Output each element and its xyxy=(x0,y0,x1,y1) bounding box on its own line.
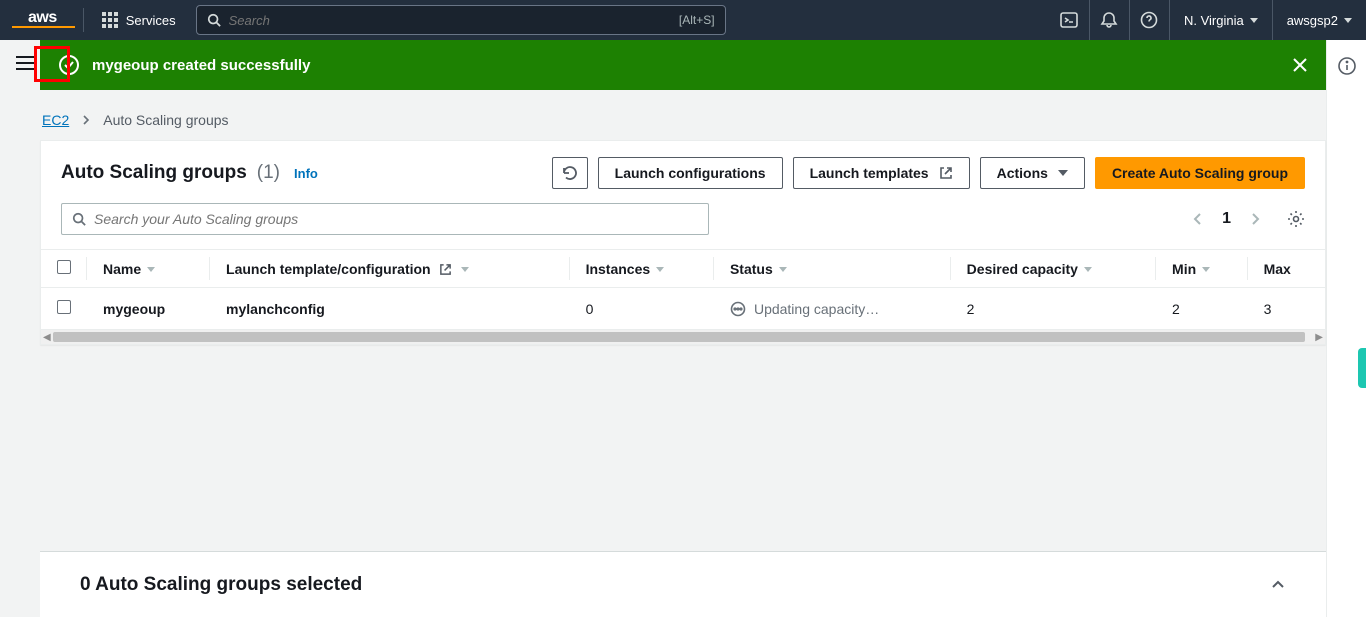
select-all-checkbox[interactable] xyxy=(57,260,71,274)
col-name[interactable]: Name xyxy=(87,250,210,288)
expand-selection-panel-button[interactable] xyxy=(1270,577,1286,593)
search-shortcut-hint: [Alt+S] xyxy=(679,13,715,27)
refresh-icon xyxy=(562,165,578,181)
asg-table: Name Launch template/configuration Insta… xyxy=(41,249,1325,330)
aws-logo[interactable]: aws xyxy=(12,10,75,28)
region-label: N. Virginia xyxy=(1184,13,1244,28)
breadcrumb: EC2 Auto Scaling groups xyxy=(40,90,1326,140)
sort-icon xyxy=(656,267,664,272)
table-row[interactable]: mygeoup mylanchconfig 0 Updating capacit… xyxy=(41,288,1325,330)
page-next-button[interactable] xyxy=(1249,213,1261,225)
horizontal-scrollbar[interactable]: ◀ ▶ xyxy=(41,330,1325,344)
col-launch[interactable]: Launch template/configuration xyxy=(210,250,570,288)
global-search-input[interactable] xyxy=(229,13,679,28)
top-nav: aws Services [Alt+S] N. Virginia awsgsp2 xyxy=(0,0,1366,40)
launch-templates-button[interactable]: Launch templates xyxy=(793,157,970,189)
search-icon xyxy=(207,13,221,27)
info-rail xyxy=(1326,40,1366,617)
feedback-tab[interactable] xyxy=(1358,348,1366,388)
col-min[interactable]: Min xyxy=(1156,250,1248,288)
hamburger-menu-button[interactable] xyxy=(16,56,34,70)
cell-status: Updating capacity… xyxy=(730,301,935,317)
sort-icon xyxy=(147,267,155,272)
caret-down-icon xyxy=(1344,18,1352,23)
scroll-left-icon: ◀ xyxy=(43,332,51,343)
col-desired[interactable]: Desired capacity xyxy=(951,250,1156,288)
asg-name-link[interactable]: mygeoup xyxy=(87,288,210,330)
global-search[interactable]: [Alt+S] xyxy=(196,5,726,35)
search-icon xyxy=(72,212,86,226)
success-check-icon xyxy=(58,54,80,76)
caret-down-icon xyxy=(1058,170,1068,176)
panel-title: Auto Scaling groups xyxy=(61,162,247,184)
selection-count-text: 0 Auto Scaling groups selected xyxy=(80,574,362,596)
services-menu-button[interactable]: Services xyxy=(88,0,190,40)
asg-panel: Auto Scaling groups (1) Info Launch conf… xyxy=(40,140,1326,345)
account-label: awsgsp2 xyxy=(1287,13,1338,28)
cell-max: 3 xyxy=(1248,288,1325,330)
external-link-icon xyxy=(439,263,452,276)
chevron-right-icon xyxy=(81,115,91,125)
create-asg-button[interactable]: Create Auto Scaling group xyxy=(1095,157,1305,189)
row-checkbox[interactable] xyxy=(57,300,71,314)
launch-templates-label: Launch templates xyxy=(810,165,929,181)
table-search[interactable] xyxy=(61,203,709,235)
breadcrumb-root[interactable]: EC2 xyxy=(42,112,69,128)
table-settings-button[interactable] xyxy=(1287,210,1305,228)
info-link[interactable]: Info xyxy=(294,166,318,181)
col-status[interactable]: Status xyxy=(714,250,951,288)
cell-instances: 0 xyxy=(570,288,714,330)
col-instances[interactable]: Instances xyxy=(570,250,714,288)
panel-count: (1) xyxy=(257,162,280,184)
sort-icon xyxy=(779,267,787,272)
services-label: Services xyxy=(126,13,176,28)
sort-icon xyxy=(1202,267,1210,272)
table-search-input[interactable] xyxy=(94,211,698,227)
caret-down-icon xyxy=(1250,18,1258,23)
sort-icon xyxy=(461,267,469,272)
launch-config-link[interactable]: mylanchconfig xyxy=(210,288,570,330)
grid-icon xyxy=(102,12,118,28)
scrollbar-thumb[interactable] xyxy=(53,332,1306,342)
refresh-button[interactable] xyxy=(552,157,588,189)
account-menu[interactable]: awsgsp2 xyxy=(1272,0,1366,40)
selection-summary-bar: 0 Auto Scaling groups selected xyxy=(40,551,1326,617)
breadcrumb-current: Auto Scaling groups xyxy=(103,112,228,128)
page-number: 1 xyxy=(1222,210,1231,228)
cell-desired: 2 xyxy=(951,288,1156,330)
banner-message: mygeoup created successfully xyxy=(92,57,310,74)
page-prev-button[interactable] xyxy=(1192,213,1204,225)
external-link-icon xyxy=(939,166,953,180)
scroll-right-icon: ▶ xyxy=(1315,332,1323,343)
help-button[interactable] xyxy=(1129,0,1169,40)
actions-label: Actions xyxy=(997,165,1048,181)
banner-close-button[interactable] xyxy=(1292,57,1308,73)
launch-configurations-button[interactable]: Launch configurations xyxy=(598,157,783,189)
status-progress-icon xyxy=(730,301,746,317)
cloudshell-button[interactable] xyxy=(1049,0,1089,40)
col-max[interactable]: Max xyxy=(1248,250,1325,288)
sort-icon xyxy=(1084,267,1092,272)
info-panel-toggle[interactable] xyxy=(1337,56,1357,76)
success-banner: mygeoup created successfully xyxy=(40,40,1326,90)
actions-dropdown[interactable]: Actions xyxy=(980,157,1085,189)
region-selector[interactable]: N. Virginia xyxy=(1169,0,1272,40)
notifications-button[interactable] xyxy=(1089,0,1129,40)
cell-min: 2 xyxy=(1156,288,1248,330)
